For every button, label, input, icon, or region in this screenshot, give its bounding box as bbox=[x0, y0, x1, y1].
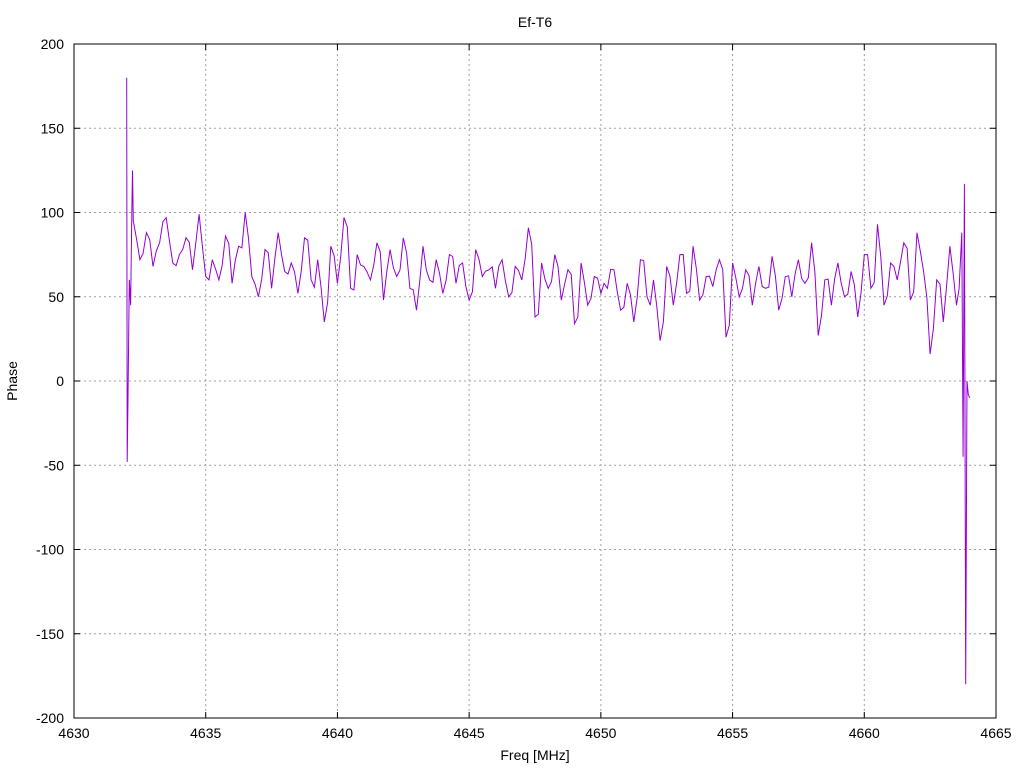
x-tick-label: 4630 bbox=[58, 725, 89, 741]
y-tick-label: -50 bbox=[44, 457, 64, 473]
series-layer bbox=[126, 77, 971, 685]
y-tick-label: 150 bbox=[41, 120, 65, 136]
x-tick-label: 4645 bbox=[454, 725, 485, 741]
grid bbox=[74, 44, 996, 718]
x-tick-label: 4650 bbox=[585, 725, 616, 741]
y-tick-label: -200 bbox=[36, 710, 64, 726]
x-tick-label: 4640 bbox=[322, 725, 353, 741]
y-tick-label: -150 bbox=[36, 626, 64, 642]
x-tick-label: 4635 bbox=[190, 725, 221, 741]
y-tick-label: -100 bbox=[36, 542, 64, 558]
y-tick-label: 100 bbox=[41, 205, 65, 221]
y-tick-label: 200 bbox=[41, 36, 65, 52]
y-axis-label: Phase bbox=[4, 361, 20, 401]
phase-series-line bbox=[126, 77, 971, 685]
chart-title: Ef-T6 bbox=[518, 14, 552, 30]
x-tick-label: 4660 bbox=[849, 725, 880, 741]
x-tick-label: 4655 bbox=[717, 725, 748, 741]
y-tick-label: 50 bbox=[48, 289, 64, 305]
x-axis-label: Freq [MHz] bbox=[500, 747, 569, 763]
ticks: 4630 4635 4640 4645 4650 4655 4660 4665 -200 -150… bbox=[36, 36, 1012, 741]
x-tick-label: 4665 bbox=[980, 725, 1011, 741]
y-tick-label: 0 bbox=[56, 373, 64, 389]
phase-chart: 4630 4635 4640 4645 4650 4655 4660 4665 -200 -150… bbox=[4, 14, 1012, 763]
